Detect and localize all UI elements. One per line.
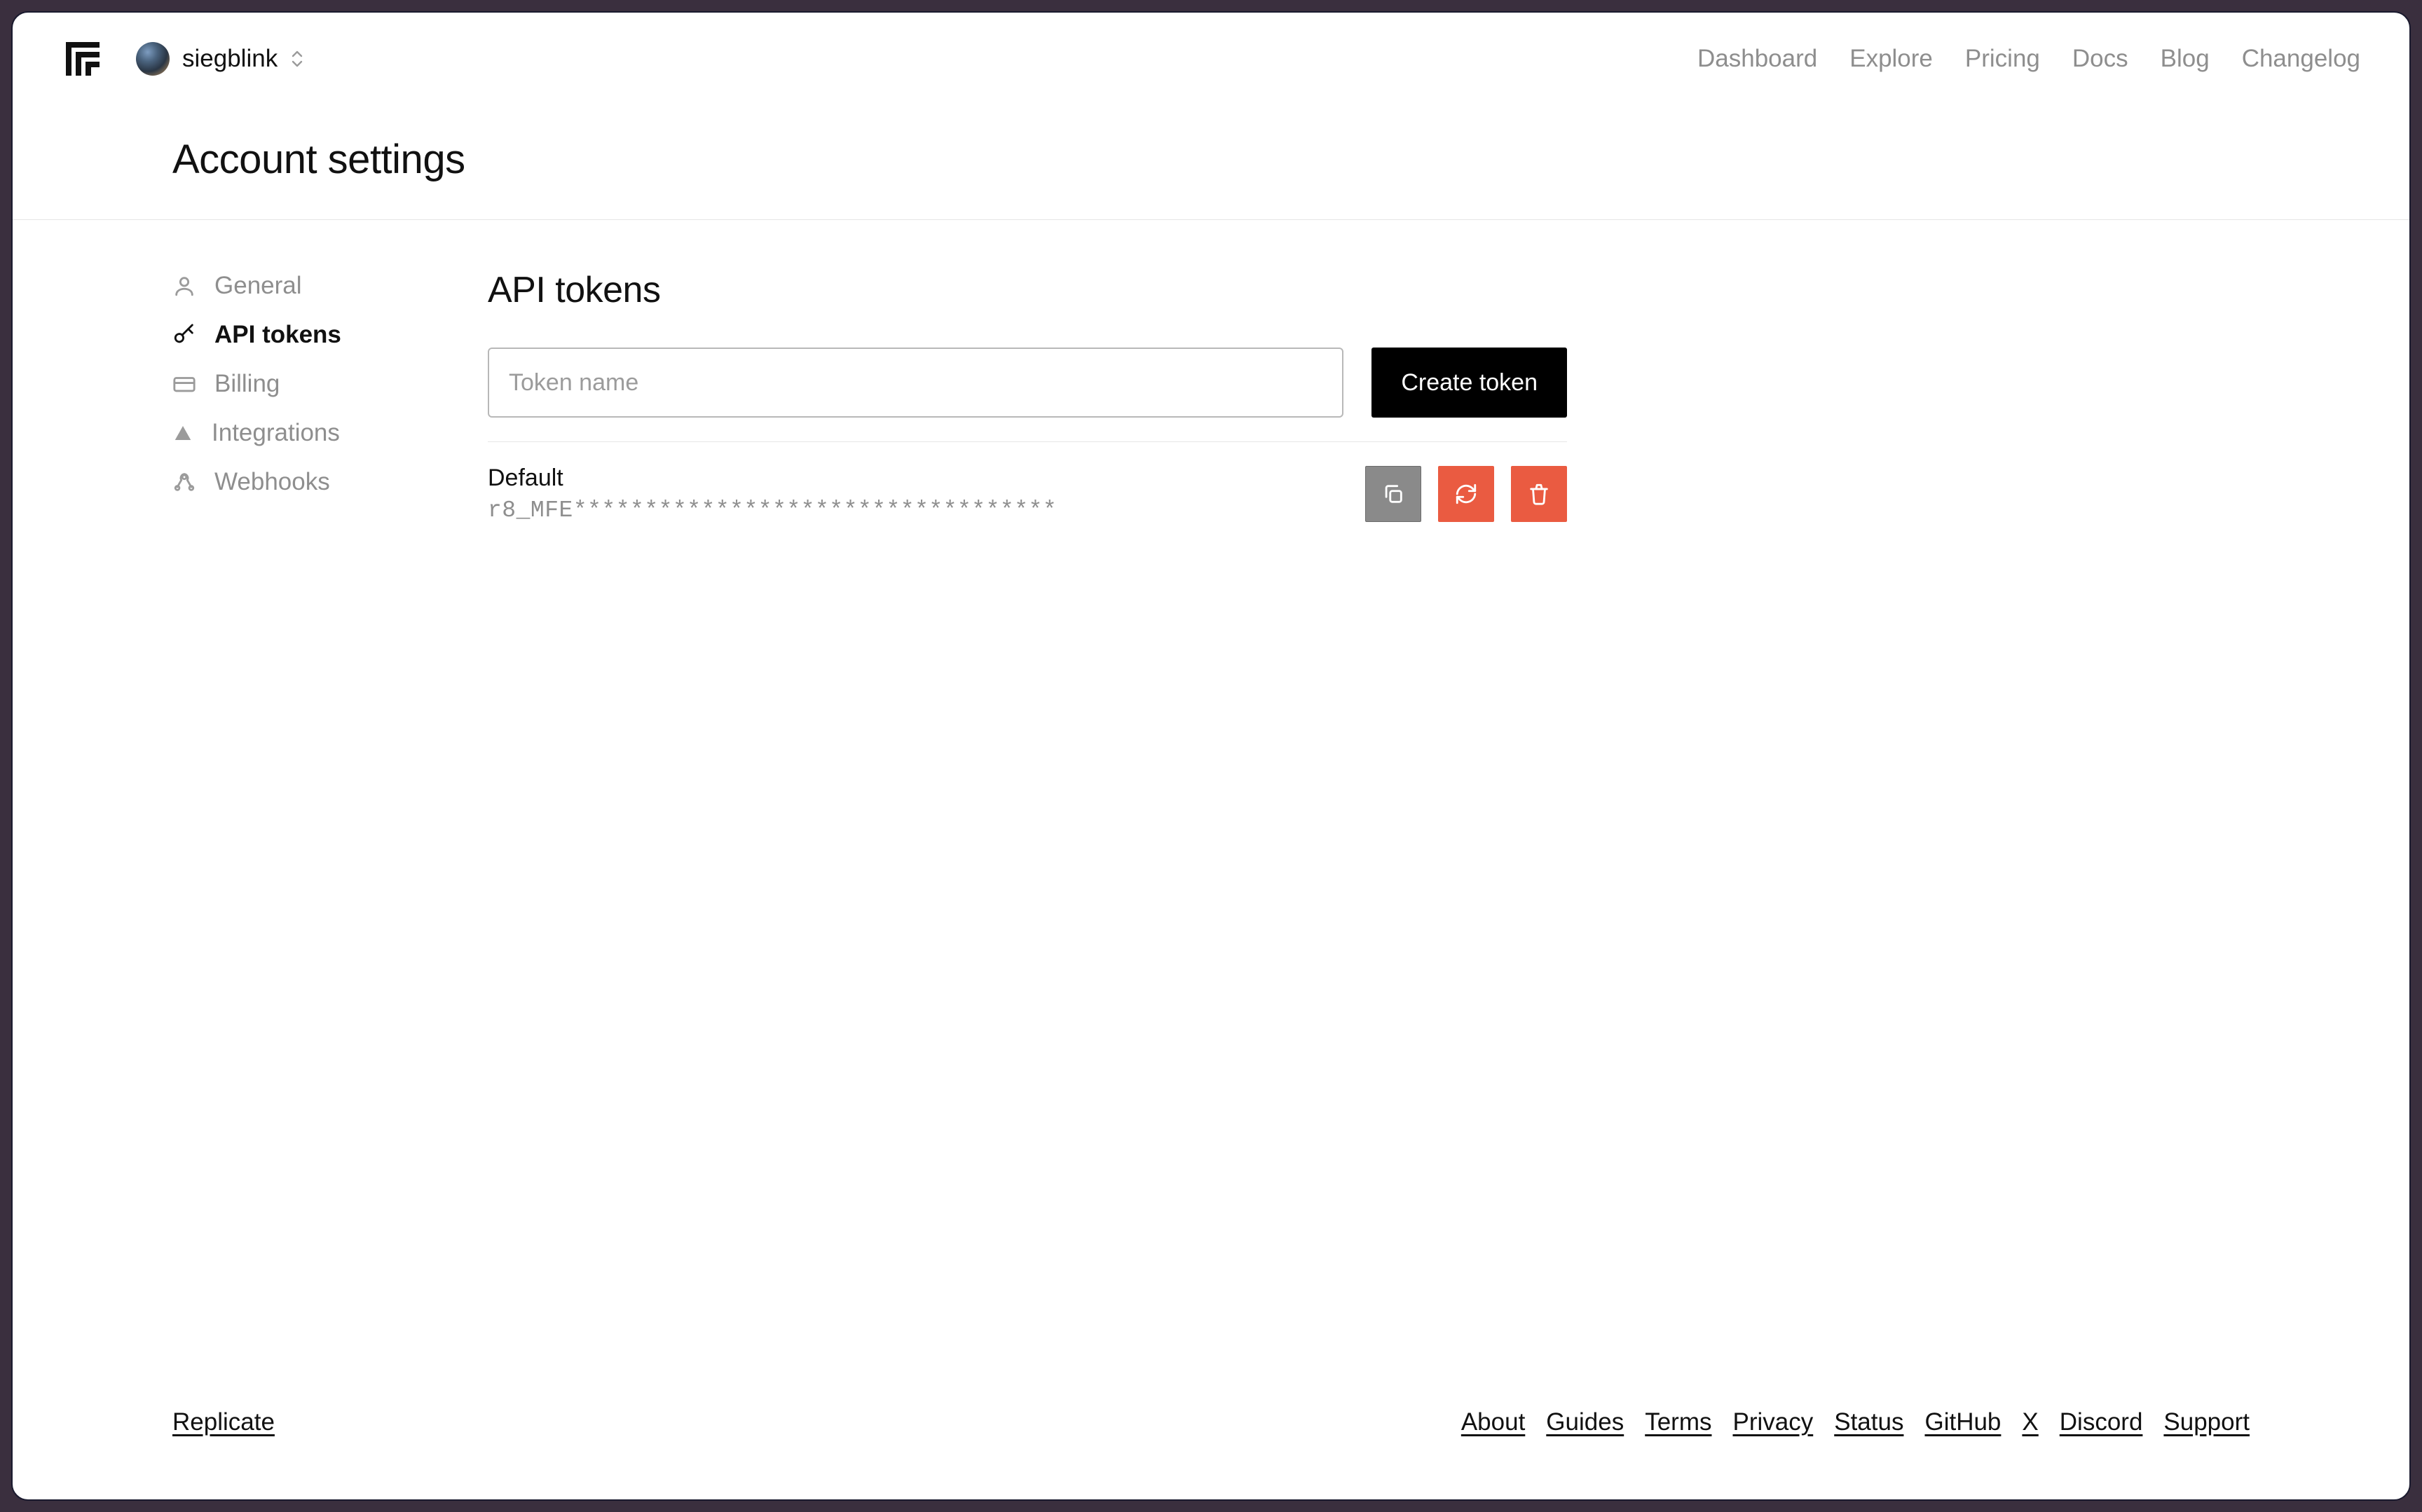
nav-blog[interactable]: Blog [2161, 45, 2210, 73]
copy-icon [1381, 482, 1405, 506]
refresh-icon [1454, 482, 1478, 506]
sidebar-item-integrations[interactable]: Integrations [172, 419, 488, 447]
replicate-logo[interactable] [62, 38, 104, 80]
footer-link-privacy[interactable]: Privacy [1732, 1408, 1813, 1436]
footer-link-discord[interactable]: Discord [2060, 1408, 2143, 1436]
token-actions [1365, 466, 1567, 522]
footer: Replicate About Guides Terms Privacy Sta… [13, 1408, 2409, 1499]
trash-icon [1527, 482, 1551, 506]
webhook-icon [172, 470, 196, 494]
token-value: r8_MFE********************************** [488, 497, 1057, 523]
delete-token-button[interactable] [1511, 466, 1567, 522]
token-info: Default r8_MFE**************************… [488, 465, 1057, 523]
chevron-up-down-icon [290, 49, 304, 69]
copy-token-button[interactable] [1365, 466, 1421, 522]
sidebar-item-label: Webhooks [214, 468, 330, 496]
token-row: Default r8_MFE**************************… [488, 442, 1567, 523]
page-title: Account settings [172, 136, 2409, 183]
sidebar-item-label: Billing [214, 370, 280, 398]
settings-sidebar: General API tokens Billing [172, 269, 488, 1408]
nav-dashboard[interactable]: Dashboard [1697, 45, 1817, 73]
footer-link-terms[interactable]: Terms [1645, 1408, 1711, 1436]
footer-link-status[interactable]: Status [1834, 1408, 1903, 1436]
footer-link-guides[interactable]: Guides [1546, 1408, 1624, 1436]
nav-explore[interactable]: Explore [1849, 45, 1933, 73]
nav-pricing[interactable]: Pricing [1965, 45, 2040, 73]
body-columns: General API tokens Billing [13, 220, 2409, 1408]
top-nav-right: Dashboard Explore Pricing Docs Blog Chan… [1697, 45, 2360, 73]
sidebar-item-api-tokens[interactable]: API tokens [172, 321, 488, 349]
triangle-icon [172, 422, 193, 444]
card-icon [172, 372, 196, 396]
nav-changelog[interactable]: Changelog [2242, 45, 2360, 73]
footer-link-about[interactable]: About [1461, 1408, 1525, 1436]
user-icon [172, 274, 196, 298]
regenerate-token-button[interactable] [1438, 466, 1494, 522]
sidebar-item-label: General [214, 272, 302, 300]
footer-link-x[interactable]: X [2022, 1408, 2038, 1436]
main-column: API tokens Create token Default r8_MFE**… [488, 269, 1567, 1408]
sidebar-item-label: API tokens [214, 321, 341, 349]
key-icon [172, 323, 196, 347]
footer-links: About Guides Terms Privacy Status GitHub… [1461, 1408, 2250, 1436]
page-title-wrap: Account settings [13, 105, 2409, 220]
user-switcher[interactable]: siegblink [136, 42, 304, 76]
nav-docs[interactable]: Docs [2072, 45, 2128, 73]
token-name-input[interactable] [488, 348, 1343, 418]
avatar [136, 42, 170, 76]
sidebar-item-webhooks[interactable]: Webhooks [172, 468, 488, 496]
sidebar-item-billing[interactable]: Billing [172, 370, 488, 398]
sidebar-item-label: Integrations [212, 419, 340, 447]
footer-link-support[interactable]: Support [2163, 1408, 2250, 1436]
token-name: Default [488, 465, 1057, 492]
username: siegblink [182, 45, 278, 73]
top-nav-left: siegblink [62, 38, 304, 80]
footer-brand[interactable]: Replicate [172, 1408, 275, 1436]
section-title: API tokens [488, 269, 1567, 311]
create-token-row: Create token [488, 348, 1567, 442]
sidebar-item-general[interactable]: General [172, 272, 488, 300]
top-nav: siegblink Dashboard Explore Pricing Docs… [13, 13, 2409, 105]
create-token-button[interactable]: Create token [1371, 348, 1567, 418]
footer-link-github[interactable]: GitHub [1924, 1408, 2001, 1436]
